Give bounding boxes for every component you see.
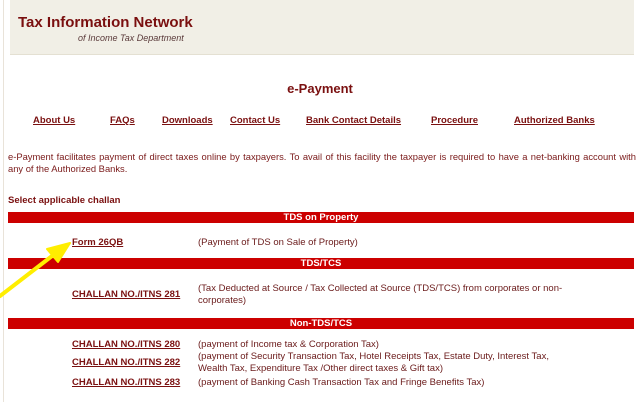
nav-about-us[interactable]: About Us (33, 115, 75, 126)
section-header-tds-on-property: TDS on Property (8, 212, 634, 223)
challan-281-description: (Tax Deducted at Source / Tax Collected … (198, 283, 563, 306)
left-border (3, 0, 4, 402)
nav-faqs[interactable]: FAQs (110, 115, 135, 126)
challan-283-description: (payment of Banking Cash Transaction Tax… (198, 377, 485, 388)
site-header: Tax Information Network of Income Tax De… (10, 0, 634, 55)
site-title: Tax Information Network (18, 14, 193, 31)
section-header-non-tds-tcs: Non-TDS/TCS (8, 318, 634, 329)
challan-280-description: (payment of Income tax & Corporation Tax… (198, 339, 379, 350)
page-title: e-Payment (287, 81, 353, 96)
form-26qb-link[interactable]: Form 26QB (72, 237, 123, 248)
annotation-arrow-icon (0, 242, 71, 298)
challan-281-link[interactable]: CHALLAN NO./ITNS 281 (72, 289, 180, 300)
form-26qb-description: (Payment of TDS on Sale of Property) (198, 237, 358, 248)
site-subtitle: of Income Tax Department (78, 33, 184, 43)
select-challan-label: Select applicable challan (8, 195, 121, 206)
challan-282-link[interactable]: CHALLAN NO./ITNS 282 (72, 357, 180, 368)
nav-authorized-banks[interactable]: Authorized Banks (514, 115, 595, 126)
arrow-shaft (0, 254, 54, 298)
challan-282-description: (payment of Security Transaction Tax, Ho… (198, 351, 549, 374)
section-header-tds-tcs: TDS/TCS (8, 258, 634, 269)
top-nav: About Us FAQs Downloads Contact Us Bank … (0, 115, 640, 129)
challan-280-link[interactable]: CHALLAN NO./ITNS 280 (72, 339, 180, 350)
nav-procedure[interactable]: Procedure (431, 115, 478, 126)
nav-bank-contact-details[interactable]: Bank Contact Details (306, 115, 401, 126)
challan-283-link[interactable]: CHALLAN NO./ITNS 283 (72, 377, 180, 388)
intro-text: e-Payment facilitates payment of direct … (8, 151, 636, 174)
nav-contact-us[interactable]: Contact Us (230, 115, 280, 126)
nav-downloads[interactable]: Downloads (162, 115, 213, 126)
